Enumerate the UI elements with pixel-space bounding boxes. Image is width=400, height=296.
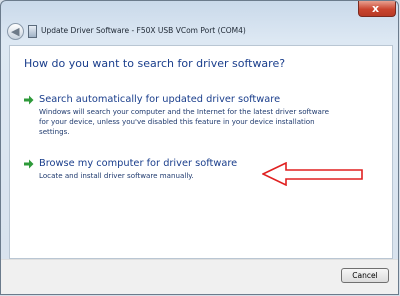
button-bar: Cancel: [1, 259, 398, 294]
option-title[interactable]: Browse my computer for driver software: [39, 158, 237, 169]
dialog-window: x ◀ Update Driver Software - F50X USB VC…: [0, 0, 399, 295]
back-arrow-icon: ◀: [11, 25, 20, 38]
option-title[interactable]: Search automatically for updated driver …: [39, 94, 280, 105]
green-arrow-icon: [24, 159, 34, 169]
option-description: Windows will search your computer and th…: [39, 107, 329, 136]
green-arrow-icon: [24, 95, 34, 105]
red-arrow-annotation: [262, 162, 363, 186]
close-button[interactable]: x: [358, 1, 396, 17]
content-panel: How do you want to search for driver sof…: [9, 45, 393, 259]
window-title: Update Driver Software - F50X USB VCom P…: [41, 26, 246, 35]
device-icon: [28, 25, 37, 38]
page-heading: How do you want to search for driver sof…: [24, 57, 286, 70]
cancel-button[interactable]: Cancel: [341, 268, 389, 283]
back-button[interactable]: ◀: [7, 23, 24, 40]
close-icon: x: [372, 2, 380, 15]
title-bar: x ◀ Update Driver Software - F50X USB VC…: [1, 1, 398, 41]
